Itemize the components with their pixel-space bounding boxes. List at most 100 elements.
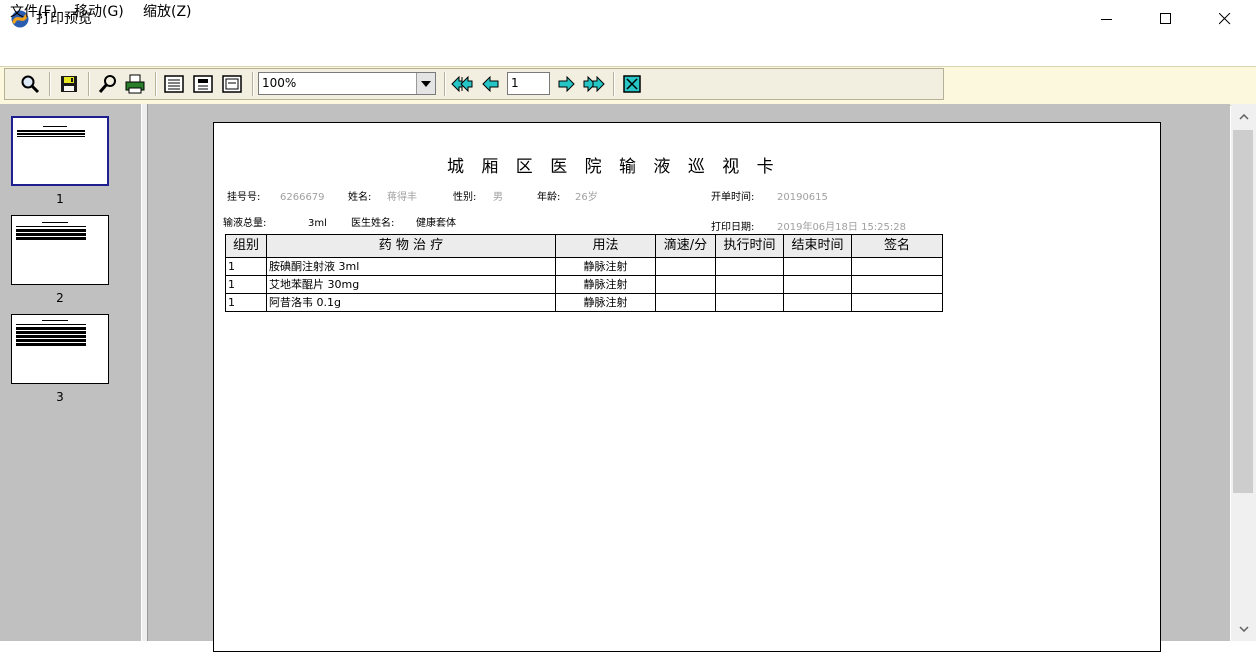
sex-label: 性别: bbox=[453, 192, 477, 203]
toolbar-separator bbox=[155, 72, 157, 96]
close-button[interactable] bbox=[1196, 0, 1254, 38]
page-fit-icon bbox=[193, 75, 213, 93]
table-header-row: 组别 药 物 治 疗 用法 滴速/分 执行时间 结束时间 签名 bbox=[225, 234, 943, 258]
header-group: 组别 bbox=[225, 234, 267, 258]
maximize-icon bbox=[1160, 13, 1171, 24]
cell-signature bbox=[851, 275, 943, 294]
menu-zoom[interactable]: 缩放(Z) bbox=[143, 3, 192, 21]
minimize-icon bbox=[1101, 19, 1112, 20]
double-left-arrow-icon bbox=[451, 76, 473, 92]
doctor-label: 医生姓名: bbox=[351, 218, 395, 229]
scrollbar-thumb[interactable] bbox=[1233, 130, 1253, 493]
toolbar-separator bbox=[88, 72, 90, 96]
name-label: 姓名: bbox=[348, 192, 372, 203]
cell-usage: 静脉注射 bbox=[555, 293, 656, 312]
save-button[interactable] bbox=[58, 73, 80, 95]
right-arrow-icon bbox=[558, 76, 575, 92]
next-page-button[interactable] bbox=[555, 73, 577, 95]
cell-drip-rate bbox=[655, 257, 716, 276]
header-medication: 药 物 治 疗 bbox=[266, 234, 556, 258]
infusion-table: 组别 药 物 治 疗 用法 滴速/分 执行时间 结束时间 签名 1 胺碘酮注射液… bbox=[225, 234, 943, 312]
document-title: 城 厢 区 医 院 输 液 巡 视 卡 bbox=[447, 157, 780, 177]
dropdown-arrow-icon[interactable] bbox=[416, 73, 435, 94]
zoom-value: 100% bbox=[262, 76, 297, 90]
cell-medication: 艾地苯醌片 30mg bbox=[266, 275, 556, 294]
total-label: 输液总量: bbox=[223, 218, 267, 229]
cell-group: 1 bbox=[225, 257, 267, 276]
page-lines-icon bbox=[164, 75, 184, 93]
print-date-value: 2019年06月18日 15:25:28 bbox=[777, 222, 906, 233]
cell-group: 1 bbox=[225, 275, 267, 294]
whole-page-button[interactable] bbox=[192, 73, 214, 95]
exit-icon bbox=[623, 75, 641, 93]
print-button[interactable] bbox=[124, 73, 146, 95]
open-time-value: 20190615 bbox=[777, 192, 828, 203]
first-page-button[interactable] bbox=[451, 73, 473, 95]
last-page-button[interactable] bbox=[583, 73, 605, 95]
toolbar-separator bbox=[49, 72, 51, 96]
cell-start-time bbox=[715, 293, 784, 312]
header-usage: 用法 bbox=[555, 234, 656, 258]
header-drip-rate: 滴速/分 bbox=[655, 234, 716, 258]
page-thumbnail[interactable] bbox=[11, 215, 109, 285]
page-box-icon bbox=[222, 75, 242, 93]
scroll-up-icon[interactable] bbox=[1239, 114, 1249, 120]
toolbar-separator bbox=[444, 72, 446, 96]
find-button[interactable] bbox=[19, 73, 41, 95]
cell-start-time bbox=[715, 275, 784, 294]
menu-move[interactable]: 移动(G) bbox=[74, 3, 124, 21]
cell-medication: 阿昔洛韦 0.1g bbox=[266, 293, 556, 312]
table-row: 1 阿昔洛韦 0.1g 静脉注射 bbox=[225, 293, 943, 312]
cell-end-time bbox=[783, 257, 852, 276]
age-label: 年龄: bbox=[537, 192, 561, 203]
close-icon bbox=[1219, 13, 1231, 25]
floppy-disk-icon bbox=[61, 76, 77, 92]
thumbnail-label: 3 bbox=[56, 390, 64, 404]
minimize-button[interactable] bbox=[1078, 0, 1136, 38]
menu-bar bbox=[0, 39, 1256, 63]
cell-medication: 胺碘酮注射液 3ml bbox=[266, 257, 556, 276]
toolbar-separator bbox=[613, 72, 615, 96]
cell-end-time bbox=[783, 293, 852, 312]
thumbnail-label: 1 bbox=[56, 192, 64, 206]
page-width-button[interactable] bbox=[163, 73, 185, 95]
menu-file[interactable]: 文件(F) bbox=[10, 3, 57, 21]
name-value: 蒋得丰 bbox=[387, 192, 417, 203]
wrench-icon bbox=[98, 75, 116, 93]
panel-splitter[interactable] bbox=[141, 104, 148, 641]
cell-drip-rate bbox=[655, 293, 716, 312]
doctor-value: 健康套体 bbox=[416, 218, 456, 229]
header-start-time: 执行时间 bbox=[715, 234, 784, 258]
total-value: 3ml bbox=[308, 218, 327, 229]
toolbar-separator bbox=[252, 72, 254, 96]
sex-value: 男 bbox=[493, 192, 503, 203]
cell-usage: 静脉注射 bbox=[555, 257, 656, 276]
table-row: 1 艾地苯醌片 30mg 静脉注射 bbox=[225, 275, 943, 294]
previous-page-button[interactable] bbox=[480, 73, 502, 95]
age-value: 26岁 bbox=[575, 192, 598, 203]
cell-start-time bbox=[715, 257, 784, 276]
page-number-input[interactable]: 1 bbox=[507, 72, 550, 95]
left-arrow-icon bbox=[482, 76, 499, 92]
page-thumbnail[interactable] bbox=[11, 314, 109, 384]
cell-drip-rate bbox=[655, 275, 716, 294]
multi-page-button[interactable] bbox=[221, 73, 243, 95]
thumbnail-label: 2 bbox=[56, 291, 64, 305]
printer-icon bbox=[125, 74, 145, 94]
header-signature: 签名 bbox=[851, 234, 943, 258]
double-right-arrow-icon bbox=[583, 76, 605, 92]
cell-signature bbox=[851, 293, 943, 312]
zoom-select[interactable]: 100% bbox=[258, 72, 436, 95]
print-date-label: 打印日期: bbox=[711, 222, 755, 233]
scroll-down-icon[interactable] bbox=[1239, 626, 1249, 632]
close-preview-button[interactable] bbox=[621, 73, 643, 95]
maximize-button[interactable] bbox=[1137, 0, 1195, 38]
page-thumbnail[interactable] bbox=[11, 116, 109, 186]
cell-end-time bbox=[783, 275, 852, 294]
cell-usage: 静脉注射 bbox=[555, 275, 656, 294]
print-setup-button[interactable] bbox=[97, 73, 119, 95]
reg-no-value: 6266679 bbox=[280, 192, 325, 203]
magnifier-icon bbox=[21, 75, 40, 94]
reg-no-label: 挂号号: bbox=[227, 192, 261, 203]
table-row: 1 胺碘酮注射液 3ml 静脉注射 bbox=[225, 257, 943, 276]
